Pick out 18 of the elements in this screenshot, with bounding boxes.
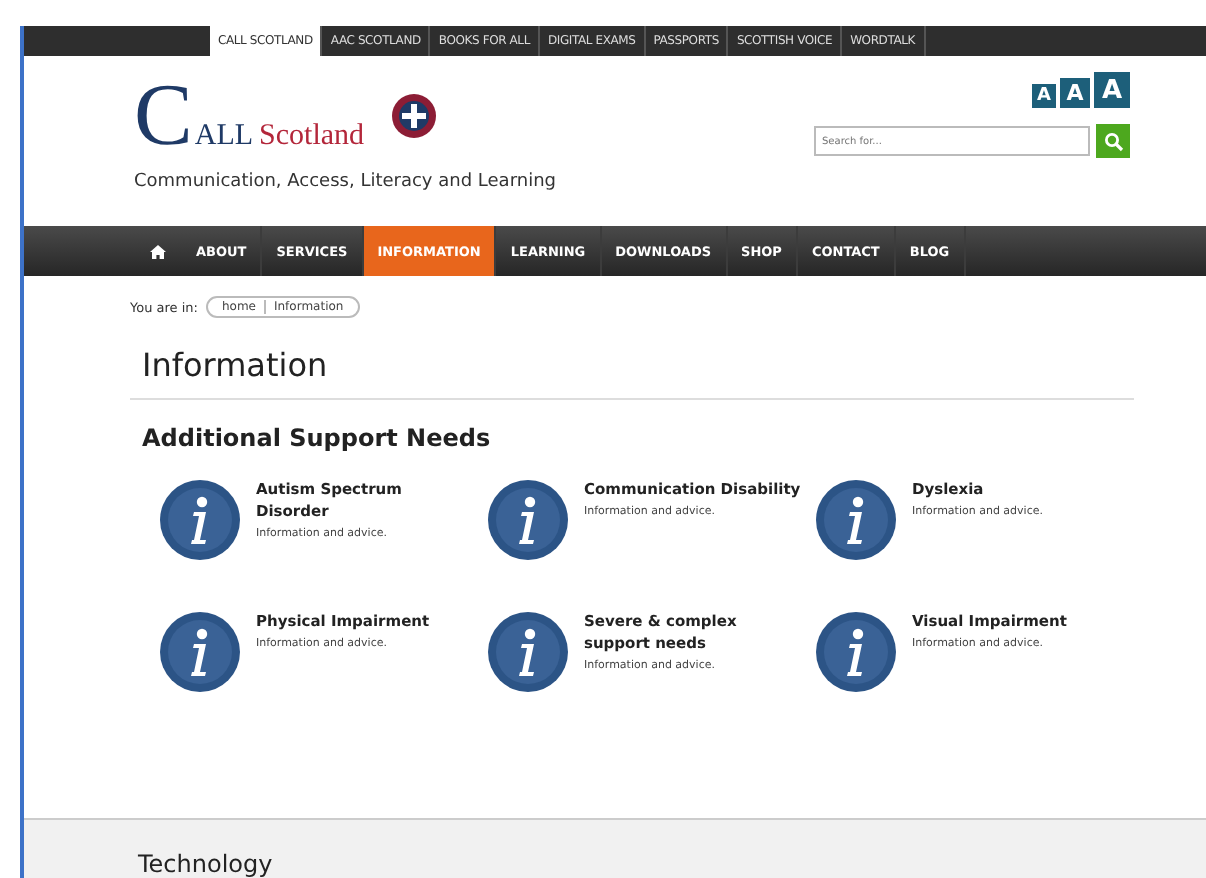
text-size-button[interactable]: A — [1060, 78, 1090, 108]
info-icon — [488, 612, 568, 692]
text-size-button[interactable]: A — [1032, 84, 1056, 108]
text-size-button[interactable]: A — [1094, 72, 1130, 108]
info-icon — [488, 480, 568, 560]
search-icon — [1103, 131, 1123, 151]
crest-icon — [392, 94, 437, 138]
tagline: Communication, Access, Literacy and Learning — [134, 172, 556, 192]
section-title: Technology — [138, 852, 275, 876]
info-icon — [160, 480, 240, 560]
info-icon — [816, 480, 896, 560]
search-button[interactable] — [1096, 124, 1130, 158]
info-icon — [160, 612, 240, 692]
info-icon — [816, 612, 896, 692]
logo[interactable]: C ALL Scotland — [134, 72, 365, 160]
section-title: Additional Support Needs — [142, 424, 493, 452]
page-title: Information — [130, 346, 1134, 400]
home-icon — [150, 243, 166, 259]
